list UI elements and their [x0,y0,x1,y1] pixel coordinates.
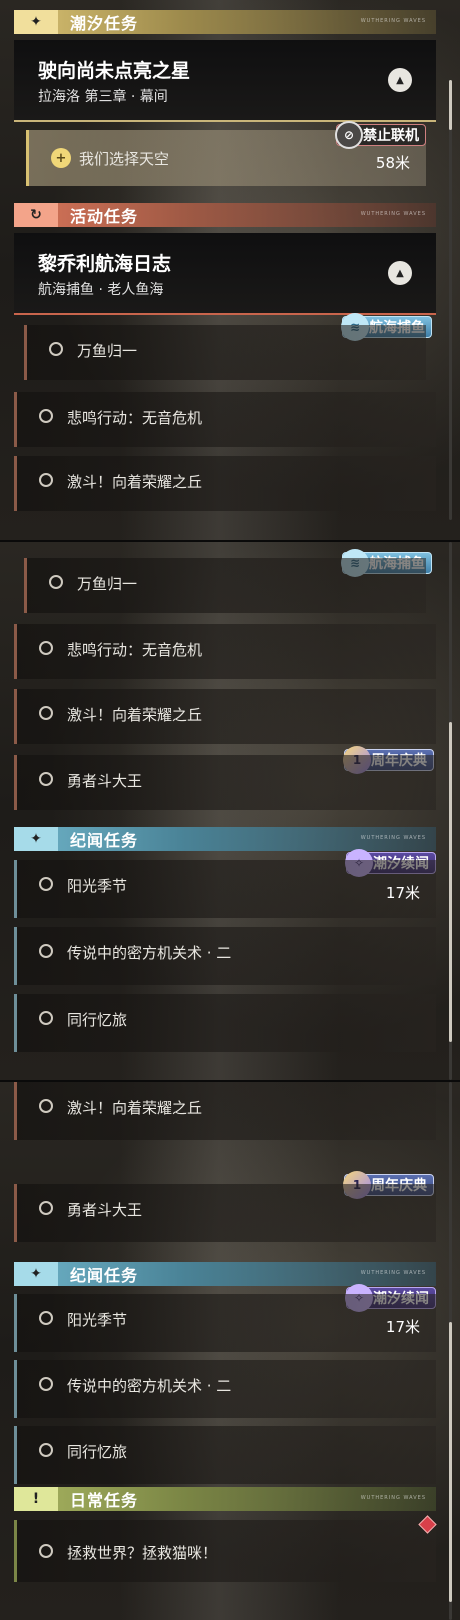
task-name: 悲鸣行动：无音危机 [67,409,203,427]
no-coop-icon: ⊘ [335,121,363,149]
section-brand: WUTHERING WAVES [360,18,426,24]
task-distance: 58米 [375,154,410,172]
task-distance: 17米 [385,884,420,902]
task-name: 同行忆旅 [67,1443,128,1461]
quest-subtitle: 拉海洛 第三章 · 幕间 [38,89,168,105]
task-status-circle-icon [39,1443,53,1457]
task-name: 阳光季节 [67,1311,128,1329]
section-brand: WUTHERING WAVES [360,211,426,217]
task-row[interactable]: 激斗！向着荣耀之丘 [14,1082,436,1140]
task-status-circle-icon [39,1201,53,1215]
section-label: 活动任务 [70,207,139,226]
refresh-cycle-icon: ↻ [14,203,58,227]
task-name: 传说中的密方机关术 · 二 [67,944,232,962]
task-row[interactable]: 悲鸣行动：无音危机 [14,392,436,447]
task-name: 万鱼归一 [77,575,138,593]
task-row[interactable]: 激斗！向着荣耀之丘 [14,456,436,511]
task-name: 拯救世界？拯救猫咪！ [67,1544,218,1562]
task-row[interactable]: 同行忆旅 [14,994,436,1052]
tidal-quest-card[interactable]: 驶向尚未点亮之星 拉海洛 第三章 · 幕间 ▲ [14,40,436,122]
scrollbar-track[interactable] [449,1082,452,1620]
collapse-toggle-icon[interactable]: ▲ [388,68,412,92]
task-row[interactable]: 拯救世界？拯救猫咪！ [14,1520,436,1582]
task-name: 激斗！向着荣耀之丘 [67,473,203,491]
section-daily-header[interactable]: ! 日常任务 WUTHERING WAVES [14,1487,436,1511]
task-row[interactable]: 万鱼归一 [24,325,426,380]
section-tidal-header[interactable]: ✦ 潮汐任务 WUTHERING WAVES [14,10,436,34]
tracking-marker-icon: + [51,148,71,168]
section-brand: WUTHERING WAVES [360,1270,426,1276]
star-sparkle-icon: ✦ [14,827,58,851]
section-label: 潮汐任务 [70,14,139,33]
task-status-circle-icon [49,342,63,356]
task-row[interactable]: 同行忆旅 [14,1426,436,1484]
section-chronicle-header[interactable]: ✦ 纪闻任务 WUTHERING WAVES [14,1262,436,1286]
task-name: 勇者斗大王 [67,772,143,790]
section-event-header[interactable]: ↻ 活动任务 WUTHERING WAVES [14,203,436,227]
task-row[interactable]: 阳光季节 17米 [14,1294,436,1352]
star-sparkle-icon: ✦ [14,10,58,34]
task-status-circle-icon [39,772,53,786]
task-row[interactable]: 阳光季节 17米 [14,860,436,918]
coop-disabled-badge: ⊘ 禁止联机 [335,121,426,149]
task-row[interactable]: 传说中的密方机关术 · 二 [14,1360,436,1418]
collapse-toggle-icon[interactable]: ▲ [388,261,412,285]
task-status-circle-icon [39,877,53,891]
task-row[interactable]: 万鱼归一 [24,558,426,613]
section-label: 日常任务 [70,1491,139,1510]
section-label: 纪闻任务 [70,1266,139,1285]
quest-panel-3: 激斗！向着荣耀之丘 1 周年庆典 勇者斗大王 ✦ 纪闻任务 WUTHERING … [0,1082,460,1620]
section-brand: WUTHERING WAVES [360,1495,426,1501]
task-status-circle-icon [39,1311,53,1325]
task-status-circle-icon [39,1011,53,1025]
task-name: 万鱼归一 [77,342,138,360]
section-label: 纪闻任务 [70,831,139,850]
task-row[interactable]: 勇者斗大王 [14,1184,436,1242]
event-quest-card[interactable]: 黎乔利航海日志 航海捕鱼 · 老人鱼海 ▲ [14,233,436,315]
quest-subtitle: 航海捕鱼 · 老人鱼海 [38,282,164,298]
section-chronicle-header[interactable]: ✦ 纪闻任务 WUTHERING WAVES [14,827,436,851]
task-name: 悲鸣行动：无音危机 [67,641,203,659]
task-name: 传说中的密方机关术 · 二 [67,1377,232,1395]
task-status-circle-icon [49,575,63,589]
scrollbar-track[interactable] [449,80,452,520]
task-status-circle-icon [39,1377,53,1391]
task-status-circle-icon [39,944,53,958]
task-name: 阳光季节 [67,877,128,895]
section-brand: WUTHERING WAVES [360,835,426,841]
task-status-circle-icon [39,706,53,720]
task-row[interactable]: 悲鸣行动：无音危机 [14,624,436,679]
quest-panel-2: ≋ 航海捕鱼 万鱼归一 悲鸣行动：无音危机 激斗！向着荣耀之丘 1 周年庆典 勇… [0,542,460,1080]
scrollbar-track[interactable] [449,542,452,1080]
scrollbar-thumb[interactable] [449,80,452,130]
task-row[interactable]: 传说中的密方机关术 · 二 [14,927,436,985]
task-row[interactable]: 激斗！向着荣耀之丘 [14,689,436,744]
task-row[interactable]: 勇者斗大王 [14,755,436,810]
task-status-circle-icon [39,641,53,655]
exclamation-icon: ! [14,1487,58,1511]
task-status-circle-icon [39,473,53,487]
quest-title: 驶向尚未点亮之星 [38,60,191,82]
quest-panel-1: ✦ 潮汐任务 WUTHERING WAVES 驶向尚未点亮之星 拉海洛 第三章 … [0,0,460,540]
star-sparkle-icon: ✦ [14,1262,58,1286]
task-name: 同行忆旅 [67,1011,128,1029]
task-name: 勇者斗大王 [67,1201,143,1219]
task-distance: 17米 [385,1318,420,1336]
task-name: 我们选择天空 [79,150,170,168]
task-status-circle-icon [39,1544,53,1558]
task-name: 激斗！向着荣耀之丘 [67,706,203,724]
badge-label: 禁止联机 [363,128,419,144]
task-status-circle-icon [39,1099,53,1113]
quest-title: 黎乔利航海日志 [38,253,172,275]
scrollbar-thumb[interactable] [449,722,452,1042]
task-name: 激斗！向着荣耀之丘 [67,1099,203,1117]
scrollbar-thumb[interactable] [449,1322,452,1602]
task-status-circle-icon [39,409,53,423]
